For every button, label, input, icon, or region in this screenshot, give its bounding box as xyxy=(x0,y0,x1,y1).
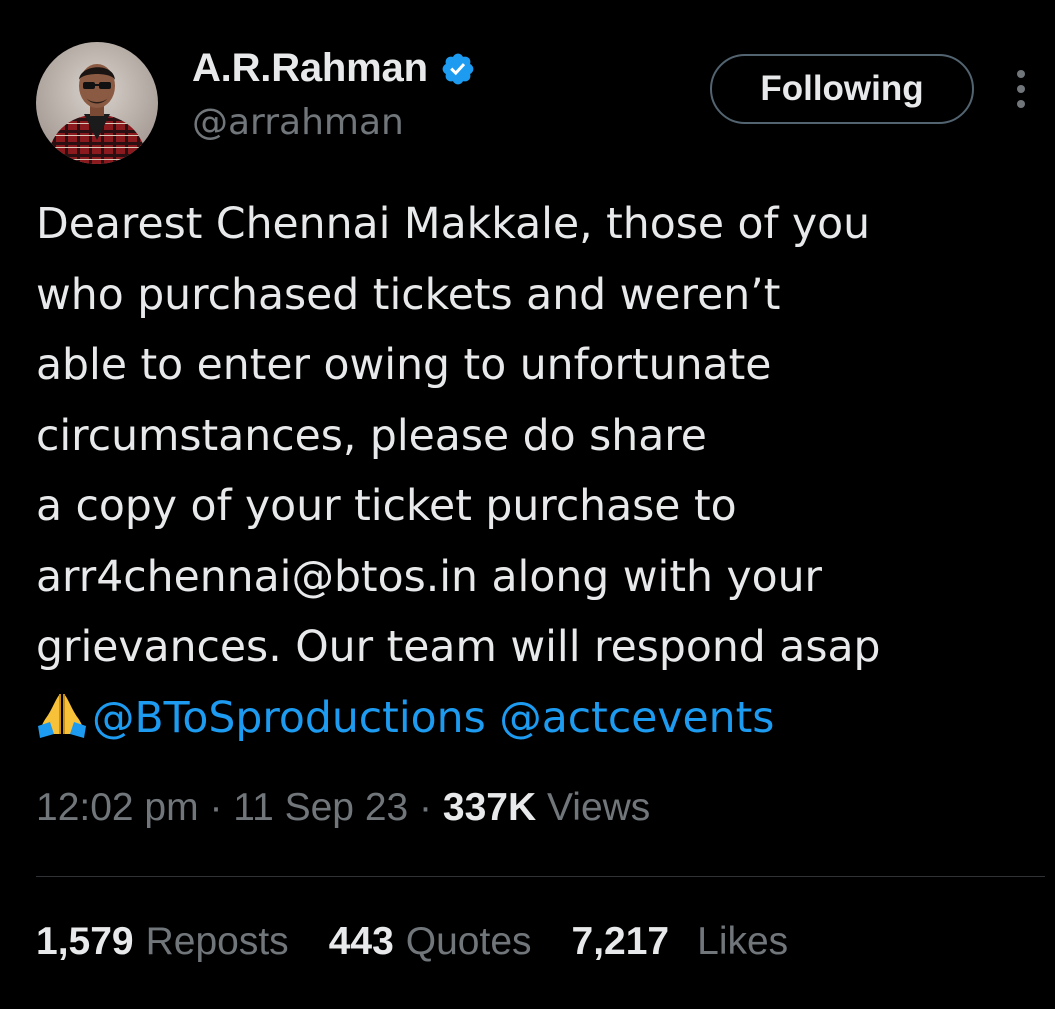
tweet-text-line: who purchased tickets and weren’t xyxy=(36,270,781,320)
mention-actcevents[interactable]: @actcevents xyxy=(499,694,774,743)
tweet-detail: A.R.Rahman @arrahman Following Dearest C… xyxy=(0,0,1055,1009)
tweet-timestamp-row: 12:02 pm · 11 Sep 23 · 337K Views xyxy=(36,786,650,830)
likes-label: Likes xyxy=(697,920,789,963)
quotes-stat[interactable]: 443 Quotes xyxy=(329,920,532,964)
folded-hands-icon xyxy=(38,693,86,738)
following-button[interactable]: Following xyxy=(710,54,974,124)
reposts-count: 1,579 xyxy=(36,920,134,963)
quotes-count: 443 xyxy=(328,920,394,963)
more-vertical-icon[interactable] xyxy=(1006,66,1036,112)
mention-btosproductions[interactable]: @BToSproductions xyxy=(92,694,486,743)
views-label: Views xyxy=(546,786,651,829)
tweet-time[interactable]: 12:02 pm xyxy=(36,786,199,829)
display-name[interactable]: A.R.Rahman xyxy=(192,46,428,91)
likes-count: 7,217 xyxy=(571,920,670,963)
views-count: 337K xyxy=(442,786,537,829)
verified-badge-icon xyxy=(442,53,474,84)
tweet-text-line: grievances. Our team will respond asap xyxy=(36,623,881,672)
quotes-label: Quotes xyxy=(405,920,532,963)
reposts-stat[interactable]: 1,579 Reposts xyxy=(36,920,289,964)
user-handle[interactable]: @arrahman xyxy=(192,102,404,143)
tweet-text-line: circumstances, please do share xyxy=(36,411,707,461)
author-name-row: A.R.Rahman xyxy=(192,46,476,91)
likes-stat[interactable]: 7,217 Likes xyxy=(572,920,789,964)
meta-separator: · xyxy=(408,786,443,829)
tweet-date[interactable]: 11 Sep 23 xyxy=(233,786,408,829)
engagement-stats: 1,579 Reposts 443 Quotes 7,217 Likes xyxy=(36,920,788,964)
avatar[interactable] xyxy=(36,42,158,164)
reposts-label: Reposts xyxy=(145,920,289,963)
tweet-text-line: a copy of your ticket purchase to xyxy=(36,482,737,531)
divider xyxy=(36,876,1045,877)
tweet-text-line: arr4chennai@btos.in along with your xyxy=(36,552,823,602)
tweet-text: Dearest Chennai Makkale, those of you wh… xyxy=(36,190,1036,754)
meta-separator: · xyxy=(198,786,234,829)
avatar-image xyxy=(36,42,158,164)
tweet-text-line: able to enter owing to unfortunate xyxy=(36,341,772,390)
tweet-mentions-line: @BToSproductions @actcevents xyxy=(36,684,1036,755)
tweet-text-line: Dearest Chennai Makkale, those of you xyxy=(36,200,871,249)
